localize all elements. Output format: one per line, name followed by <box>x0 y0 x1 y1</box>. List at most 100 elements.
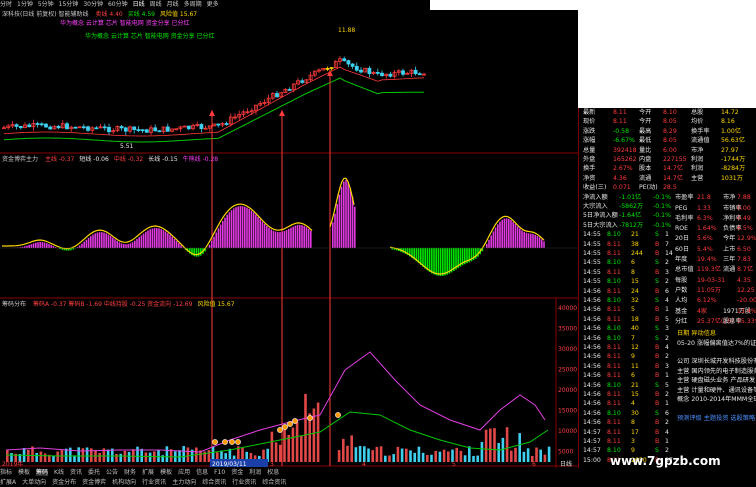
fundamental-cell: 上市 <box>723 245 736 253</box>
function-tab-6[interactable]: 主力动向 <box>172 479 196 486</box>
volume-bar <box>81 448 85 462</box>
volume-bar <box>384 455 387 462</box>
panel3-indicator-name: 筹码分布 <box>2 301 27 308</box>
osc-bar <box>310 230 312 248</box>
osc-bar <box>439 248 442 277</box>
period-tab-10[interactable]: 更多 <box>207 0 219 10</box>
news-row[interactable]: 预测评级 主题投资 选股策略 <box>677 414 756 424</box>
osc-bar <box>538 237 541 248</box>
volume-bar <box>270 431 274 462</box>
osc-bar <box>116 240 118 248</box>
osc-bar <box>208 244 211 248</box>
osc-bar <box>224 217 226 248</box>
fundamental-row: 基金 4家 1971万股 13.4% <box>675 307 756 317</box>
chart-area[interactable]: 11.88 5.51 40000 35000 30000 25000 20000 15000 1… <box>0 10 578 468</box>
period-tab-9[interactable]: 多周期 <box>184 0 202 10</box>
volume-bar <box>354 447 358 462</box>
panel3-title: 筹码分布 筹码A -0.37 筹码B -1.69 中线持股 -0.25 资金流向… <box>2 300 235 309</box>
osc-bar <box>488 239 490 248</box>
vol-axis-label: 40000 <box>558 305 577 312</box>
indicator-tab-14[interactable]: 利润 <box>249 469 261 476</box>
osc-bar <box>444 248 446 276</box>
volume-bar <box>64 448 68 462</box>
signal-dot <box>277 427 283 433</box>
indicator-tab-6[interactable]: 公告 <box>106 469 118 476</box>
osc-bar <box>222 220 224 248</box>
x-axis-label: 2019年 <box>2 460 23 468</box>
osc-bar <box>292 226 294 248</box>
osc-bar <box>48 244 50 248</box>
period-tab-1[interactable]: 1分钟 <box>17 0 33 10</box>
indicator-tab-7[interactable]: 财务 <box>124 469 136 476</box>
indicator-tab-9[interactable]: 模板 <box>160 469 172 476</box>
osc-bar <box>499 221 501 248</box>
osc-bar <box>37 242 39 248</box>
signal-dot <box>307 415 313 421</box>
indicator-tab-1[interactable]: 模板 <box>18 469 30 476</box>
osc-bar <box>343 181 345 248</box>
indicator-tab-4[interactable]: 资讯 <box>70 469 82 476</box>
panel1-value-0: 卖线 4.40 <box>95 11 123 18</box>
indicator-tab-5[interactable]: 委托 <box>88 469 100 476</box>
indicator-tab-0[interactable]: 指标 <box>0 469 12 476</box>
function-tab-5[interactable]: 行业资讯 <box>142 479 166 486</box>
period-tab-7[interactable]: 周线 <box>150 0 162 10</box>
osc-bar <box>167 233 169 248</box>
fundamental-cell: 1.33 <box>697 204 711 212</box>
function-tab-2[interactable]: 资金分布 <box>52 479 76 486</box>
function-tab-0[interactable]: 扩展A <box>0 479 16 486</box>
fundamental-cell: 0.00 <box>737 204 751 212</box>
volume-bar <box>379 446 383 462</box>
period-tab-3[interactable]: 15分钟 <box>59 0 79 10</box>
indicator-tab-15[interactable]: 权息 <box>267 469 279 476</box>
osc-bar <box>129 243 132 248</box>
indicator-tab-3[interactable]: K线 <box>54 469 64 476</box>
function-tab-1[interactable]: 大单动向 <box>22 479 46 486</box>
osc-bar <box>521 230 523 248</box>
osc-bar <box>490 235 492 248</box>
indicator-tab-2[interactable]: 筹码 <box>36 469 49 476</box>
osc-bar <box>541 239 543 248</box>
period-tab-8[interactable]: 月线 <box>167 0 179 10</box>
osc-bar <box>158 228 160 248</box>
period-tab-5[interactable]: 60分钟 <box>108 0 128 10</box>
osc-bar <box>92 234 94 248</box>
osc-bar <box>43 242 46 248</box>
osc-bar <box>123 244 125 248</box>
osc-bar <box>32 243 35 248</box>
fundamental-row: 年度 19.4% 三年 7.83 <box>675 255 756 265</box>
osc-bar <box>103 232 105 248</box>
volume-bar <box>447 451 450 462</box>
volume-bar <box>413 452 416 462</box>
volume-bar <box>371 450 374 462</box>
fundamental-cell: 总市值 <box>675 266 694 274</box>
fundamental-cell: 21.8 <box>697 194 711 202</box>
osc-bar <box>219 224 222 248</box>
period-tab-4[interactable]: 30分钟 <box>83 0 103 10</box>
kline-chart[interactable]: 11.885.514000035000300002500020000150001… <box>0 10 578 468</box>
function-tab-8[interactable]: 行业资讯 <box>232 479 256 486</box>
panel1-value-2: 风险值 15.67 <box>160 11 198 18</box>
function-tab-9[interactable]: 综合资讯 <box>262 479 286 486</box>
indicator-tab-8[interactable]: 扩展 <box>142 469 154 476</box>
indicator-tab-11[interactable]: 信息 <box>196 469 208 476</box>
period-tab-6[interactable]: 日线 <box>133 0 145 10</box>
osc-bar <box>283 231 286 248</box>
osc-bar <box>514 223 517 248</box>
volume-bar <box>480 442 484 462</box>
volume-bar <box>463 455 467 462</box>
period-tab-2[interactable]: 5分钟 <box>38 0 54 10</box>
volume-bar <box>392 454 395 462</box>
volume-bar <box>295 421 299 462</box>
indicator-tab-13[interactable]: 资金 <box>231 469 243 476</box>
osc-bar <box>532 234 534 248</box>
osc-bar <box>246 207 248 248</box>
volume-bar <box>472 455 475 462</box>
function-tab-4[interactable]: 机构动向 <box>112 479 136 486</box>
period-tab-0[interactable]: 分时 <box>0 0 12 10</box>
function-tab-3[interactable]: 资金博弈 <box>82 479 106 486</box>
function-tab-7[interactable]: 综合资讯 <box>202 479 226 486</box>
signal-dot <box>222 439 228 445</box>
indicator-tab-12[interactable]: F10 <box>214 469 225 476</box>
indicator-tab-10[interactable]: 应用 <box>178 469 190 476</box>
